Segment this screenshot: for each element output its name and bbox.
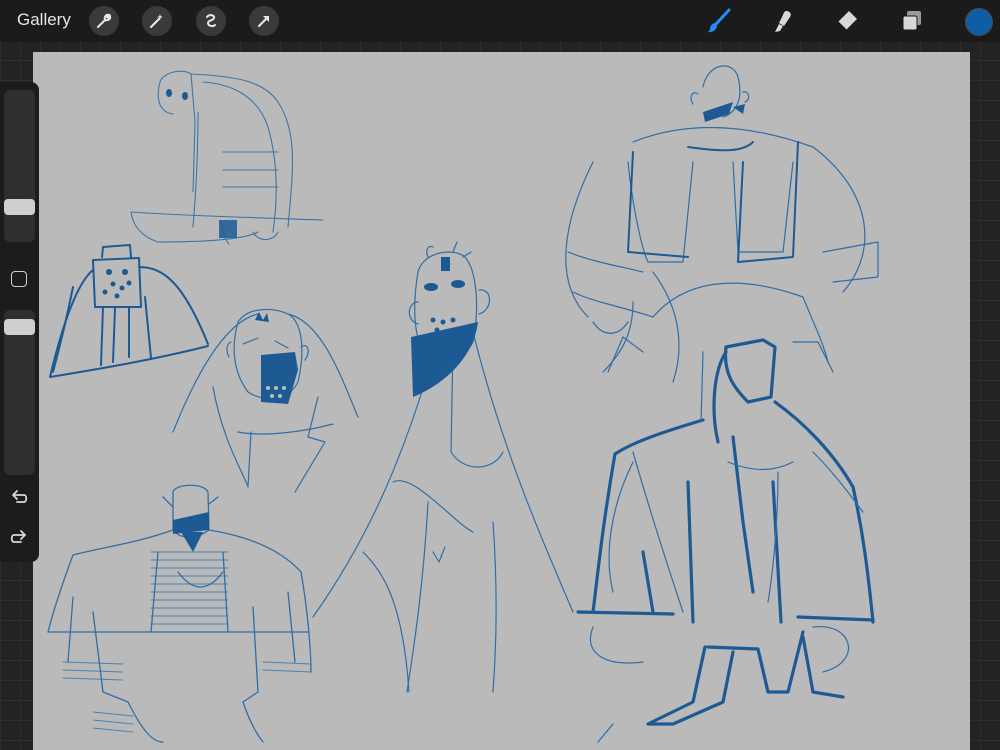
smudge-icon[interactable]	[768, 6, 798, 36]
eraser-icon[interactable]	[832, 6, 862, 36]
brush-size-slider-thumb[interactable]	[4, 199, 35, 215]
wrench-icon[interactable]	[89, 6, 119, 36]
opacity-slider-thumb[interactable]	[4, 319, 35, 335]
layers-icon[interactable]	[897, 6, 927, 36]
left-sidebar	[0, 82, 39, 562]
brush-icon[interactable]	[703, 6, 733, 36]
square-icon[interactable]	[11, 271, 27, 287]
undo-icon[interactable]	[8, 487, 30, 509]
transform-arrow-icon[interactable]	[249, 6, 279, 36]
selection-icon[interactable]	[196, 6, 226, 36]
gallery-button[interactable]: Gallery	[17, 10, 71, 30]
top-toolbar: Gallery	[0, 0, 1000, 42]
redo-icon[interactable]	[8, 527, 30, 549]
color-picker-swatch[interactable]	[965, 8, 993, 36]
brush-size-slider[interactable]	[4, 90, 35, 242]
magic-wand-icon[interactable]	[142, 6, 172, 36]
sketch-artwork	[47, 65, 879, 743]
drawing-canvas[interactable]	[33, 52, 970, 750]
